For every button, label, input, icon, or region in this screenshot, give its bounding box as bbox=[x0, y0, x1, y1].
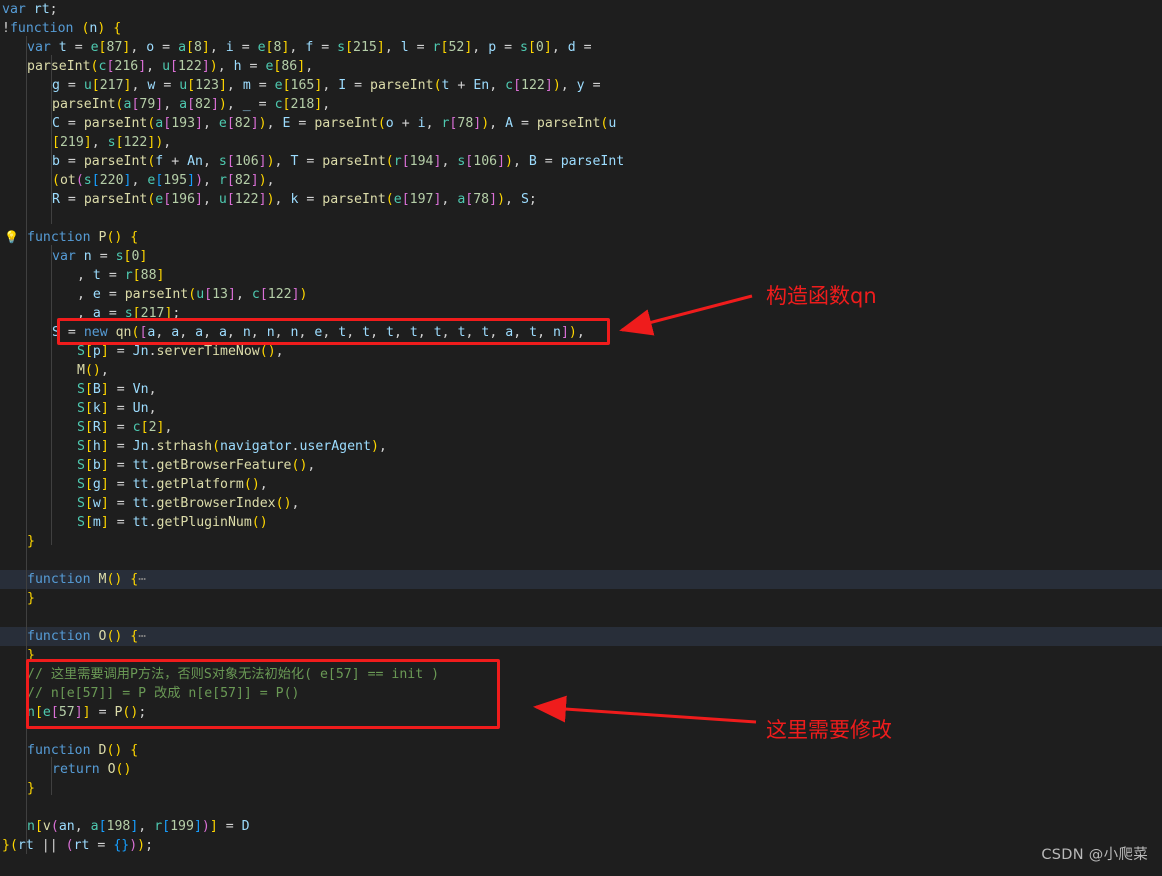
code-line[interactable] bbox=[0, 608, 1162, 627]
code-line[interactable]: , t = r[88] bbox=[0, 266, 1162, 285]
code-line[interactable]: !function (n) { bbox=[0, 19, 1162, 38]
code-line-text: function D() { bbox=[27, 743, 139, 758]
code-line[interactable]: }(rt || (rt = {})); bbox=[0, 836, 1162, 855]
code-line[interactable]: S = new qn([a, a, a, a, n, n, n, e, t, t… bbox=[0, 323, 1162, 342]
code-line-text: (ot(s[220], e[195]), r[82]), bbox=[52, 173, 275, 188]
code-line[interactable]: } bbox=[0, 589, 1162, 608]
code-line-text: R = parseInt(e[196], u[122]), k = parseI… bbox=[52, 192, 537, 207]
code-line[interactable]: S[R] = c[2], bbox=[0, 418, 1162, 437]
code-line[interactable]: // n[e[57]] = P 改成 n[e[57]] = P() bbox=[0, 684, 1162, 703]
code-line-text: , e = parseInt(u[13], c[122]) bbox=[77, 287, 308, 302]
code-line-text: } bbox=[27, 648, 35, 663]
code-line[interactable]: function O() {⋯ bbox=[0, 627, 1162, 646]
code-line[interactable]: var t = e[87], o = a[8], i = e[8], f = s… bbox=[0, 38, 1162, 57]
code-line-text: [219], s[122]), bbox=[52, 135, 172, 150]
code-line[interactable]: C = parseInt(a[193], e[82]), E = parseIn… bbox=[0, 114, 1162, 133]
code-line-text: function M() {⋯ bbox=[27, 572, 147, 587]
code-line[interactable]: S[k] = Un, bbox=[0, 399, 1162, 418]
code-line-text: n[v(an, a[198], r[199])] = D bbox=[27, 819, 250, 834]
indent-guide bbox=[26, 36, 27, 854]
code-line-text: S = new qn([a, a, a, a, n, n, n, e, t, t… bbox=[52, 325, 585, 340]
code-line[interactable]: R = parseInt(e[196], u[122]), k = parseI… bbox=[0, 190, 1162, 209]
code-line[interactable]: S[b] = tt.getBrowserFeature(), bbox=[0, 456, 1162, 475]
code-line[interactable]: , e = parseInt(u[13], c[122]) bbox=[0, 285, 1162, 304]
code-line-text: , a = s[217]; bbox=[77, 306, 181, 321]
code-line[interactable]: S[h] = Jn.strhash(navigator.userAgent), bbox=[0, 437, 1162, 456]
code-line-text: // 这里需要调用P方法，否则S对象无法初始化( e[57] == init ) bbox=[27, 667, 440, 682]
code-line-text: b = parseInt(f + An, s[106]), T = parseI… bbox=[52, 154, 625, 169]
code-line[interactable]: M(), bbox=[0, 361, 1162, 380]
code-line[interactable]: S[w] = tt.getBrowserIndex(), bbox=[0, 494, 1162, 513]
code-line-text: parseInt(a[79], a[82]), _ = c[218], bbox=[52, 97, 331, 112]
code-line[interactable]: var n = s[0] bbox=[0, 247, 1162, 266]
code-line-text: , t = r[88] bbox=[77, 268, 165, 283]
code-line-text: parseInt(c[216], u[122]), h = e[86], bbox=[27, 59, 314, 74]
code-line-text: return O() bbox=[52, 762, 132, 777]
code-line[interactable]: 💡 function P() { bbox=[0, 228, 1162, 247]
code-line[interactable] bbox=[0, 551, 1162, 570]
code-line-text: function P() { bbox=[27, 230, 139, 245]
code-line[interactable]: } bbox=[0, 779, 1162, 798]
code-line-text: g = u[217], w = u[123], m = e[165], I = … bbox=[52, 78, 601, 93]
editor-code-area[interactable]: var rt; !function (n) { var t = e[87], o =… bbox=[0, 0, 1162, 876]
code-line-text: S[p] = Jn.serverTimeNow(), bbox=[77, 344, 284, 359]
indent-guide bbox=[51, 757, 52, 795]
code-line[interactable]: // 这里需要调用P方法，否则S对象无法初始化( e[57] == init ) bbox=[0, 665, 1162, 684]
code-line[interactable]: parseInt(c[216], u[122]), h = e[86], bbox=[0, 57, 1162, 76]
code-editor[interactable]: var rt; !function (n) { var t = e[87], o =… bbox=[0, 0, 1162, 876]
code-line[interactable]: (ot(s[220], e[195]), r[82]), bbox=[0, 171, 1162, 190]
code-line-text: } bbox=[27, 781, 35, 796]
code-line-text: S[b] = tt.getBrowserFeature(), bbox=[77, 458, 316, 473]
code-line-text: var rt; bbox=[2, 2, 58, 17]
code-line-text: // n[e[57]] = P 改成 n[e[57]] = P() bbox=[27, 686, 300, 701]
code-line-text: !function (n) { bbox=[2, 21, 122, 36]
code-line[interactable]: b = parseInt(f + An, s[106]), T = parseI… bbox=[0, 152, 1162, 171]
csdn-watermark: CSDN @小爬菜 bbox=[1041, 847, 1148, 863]
code-line-text: S[g] = tt.getPlatform(), bbox=[77, 477, 268, 492]
code-line-text: S[B] = Vn, bbox=[77, 382, 157, 397]
code-line[interactable]: var rt; bbox=[0, 0, 1162, 19]
code-line[interactable]: S[B] = Vn, bbox=[0, 380, 1162, 399]
code-line[interactable]: function D() { bbox=[0, 741, 1162, 760]
code-line[interactable]: function M() {⋯ bbox=[0, 570, 1162, 589]
code-line[interactable]: parseInt(a[79], a[82]), _ = c[218], bbox=[0, 95, 1162, 114]
code-line[interactable]: g = u[217], w = u[123], m = e[165], I = … bbox=[0, 76, 1162, 95]
code-line[interactable]: } bbox=[0, 646, 1162, 665]
code-line[interactable]: [219], s[122]), bbox=[0, 133, 1162, 152]
code-line-text: var n = s[0] bbox=[52, 249, 148, 264]
code-line-text: C = parseInt(a[193], e[82]), E = parseIn… bbox=[52, 116, 617, 131]
lightbulb-icon[interactable]: 💡 bbox=[3, 228, 20, 247]
code-line-text: S[m] = tt.getPluginNum() bbox=[77, 515, 268, 530]
code-line[interactable]: } bbox=[0, 532, 1162, 551]
code-line[interactable] bbox=[0, 209, 1162, 228]
code-line[interactable]: , a = s[217]; bbox=[0, 304, 1162, 323]
code-line-text: S[R] = c[2], bbox=[77, 420, 173, 435]
code-line-text: }(rt || (rt = {})); bbox=[2, 838, 154, 853]
indent-guide bbox=[51, 245, 52, 545]
code-line[interactable]: S[p] = Jn.serverTimeNow(), bbox=[0, 342, 1162, 361]
code-line-text: } bbox=[27, 591, 35, 606]
code-line[interactable]: S[g] = tt.getPlatform(), bbox=[0, 475, 1162, 494]
code-line-text: S[k] = Un, bbox=[77, 401, 157, 416]
code-line-text: } bbox=[27, 534, 35, 549]
code-line[interactable]: n[v(an, a[198], r[199])] = D bbox=[0, 817, 1162, 836]
code-line[interactable]: n[e[57]] = P(); bbox=[0, 703, 1162, 722]
code-line-text: function O() {⋯ bbox=[27, 629, 147, 644]
code-line[interactable] bbox=[0, 798, 1162, 817]
code-line-text: S[h] = Jn.strhash(navigator.userAgent), bbox=[77, 439, 387, 454]
code-line-text: n[e[57]] = P(); bbox=[27, 705, 147, 720]
code-line[interactable]: return O() bbox=[0, 760, 1162, 779]
code-line-text: M(), bbox=[77, 363, 109, 378]
code-line[interactable]: S[m] = tt.getPluginNum() bbox=[0, 513, 1162, 532]
code-line[interactable] bbox=[0, 722, 1162, 741]
code-line-text: S[w] = tt.getBrowserIndex(), bbox=[77, 496, 300, 511]
code-line-text: var t = e[87], o = a[8], i = e[8], f = s… bbox=[27, 40, 592, 55]
indent-guide bbox=[51, 55, 52, 224]
